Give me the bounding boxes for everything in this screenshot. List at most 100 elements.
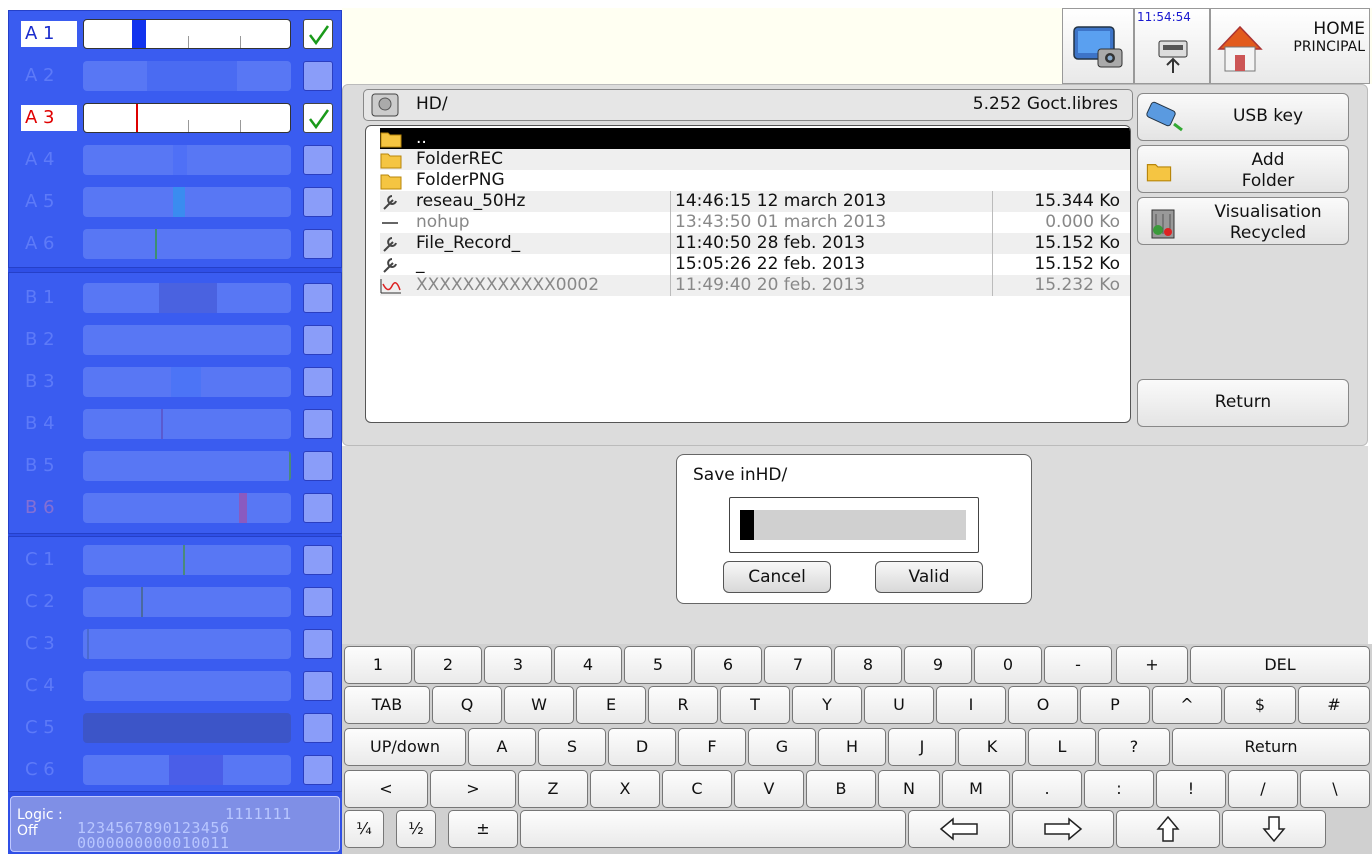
- usb-key-button[interactable]: USB key: [1137, 93, 1349, 141]
- channel-checkbox[interactable]: [303, 755, 333, 785]
- channel-row-c1[interactable]: C 1: [13, 541, 339, 579]
- home-button[interactable]: HOME PRINCIPAL: [1210, 8, 1370, 84]
- channel-checkbox[interactable]: [303, 283, 333, 313]
- channel-row-c2[interactable]: C 2: [13, 583, 339, 621]
- return-button[interactable]: Return: [1137, 379, 1349, 427]
- key-j[interactable]: J: [888, 728, 956, 766]
- key-z[interactable]: Z: [518, 770, 588, 808]
- channel-checkbox[interactable]: [303, 451, 333, 481]
- key-3[interactable]: 3: [484, 646, 552, 684]
- channel-row-a3[interactable]: A 3: [13, 99, 339, 137]
- key-5[interactable]: 5: [624, 646, 692, 684]
- channel-checkbox[interactable]: [303, 409, 333, 439]
- channel-checkbox[interactable]: [303, 713, 333, 743]
- channel-checkbox[interactable]: [303, 367, 333, 397]
- key-return[interactable]: Return: [1172, 728, 1370, 766]
- usb-status-button[interactable]: 11:54:54: [1134, 8, 1210, 84]
- file-row-xxxx[interactable]: XXXXXXXXXXXX0002 11:49:40 20 feb. 2013 1…: [380, 275, 1130, 296]
- key-f[interactable]: F: [678, 728, 746, 766]
- key-i[interactable]: I: [936, 686, 1006, 724]
- key-v[interactable]: V: [734, 770, 804, 808]
- channel-checkbox[interactable]: [303, 325, 333, 355]
- key-exclamation[interactable]: !: [1156, 770, 1226, 808]
- file-row-folderrec[interactable]: FolderREC: [380, 149, 1130, 170]
- key-one-quarter[interactable]: ¼: [344, 810, 384, 848]
- key-right-arrow[interactable]: [1012, 810, 1114, 848]
- channel-checkbox[interactable]: [303, 187, 333, 217]
- channel-row-a4[interactable]: A 4: [13, 141, 339, 179]
- key-left-arrow[interactable]: [908, 810, 1010, 848]
- key-8[interactable]: 8: [834, 646, 902, 684]
- key-up-down[interactable]: UP/down: [344, 728, 466, 766]
- key-4[interactable]: 4: [554, 646, 622, 684]
- key-question[interactable]: ?: [1098, 728, 1170, 766]
- channel-checkbox[interactable]: [303, 103, 333, 133]
- channel-checkbox[interactable]: [303, 629, 333, 659]
- channel-row-c5[interactable]: C 5: [13, 709, 339, 747]
- key-slash[interactable]: /: [1228, 770, 1298, 808]
- channel-checkbox[interactable]: [303, 671, 333, 701]
- channel-row-c3[interactable]: C 3: [13, 625, 339, 663]
- channel-row-a5[interactable]: A 5: [13, 183, 339, 221]
- key-q[interactable]: Q: [432, 686, 502, 724]
- key-tab[interactable]: TAB: [344, 686, 430, 724]
- channel-row-c6[interactable]: C 6: [13, 751, 339, 789]
- channel-checkbox[interactable]: [303, 587, 333, 617]
- channel-checkbox[interactable]: [303, 493, 333, 523]
- file-row-nohup[interactable]: nohup 13:43:50 01 march 2013 0.000 Ko: [380, 212, 1130, 233]
- key-hash[interactable]: #: [1298, 686, 1370, 724]
- key-t[interactable]: T: [720, 686, 790, 724]
- file-row-parent[interactable]: ..: [380, 128, 1130, 149]
- key-greater-than[interactable]: >: [430, 770, 516, 808]
- key-backslash[interactable]: \: [1300, 770, 1370, 808]
- key-a[interactable]: A: [468, 728, 536, 766]
- file-row-file-record[interactable]: File_Record_ 11:40:50 28 feb. 2013 15.15…: [380, 233, 1130, 254]
- channel-checkbox[interactable]: [303, 229, 333, 259]
- key-up-arrow[interactable]: [1116, 810, 1220, 848]
- key-one-half[interactable]: ½: [396, 810, 436, 848]
- key-6[interactable]: 6: [694, 646, 762, 684]
- key-e[interactable]: E: [576, 686, 646, 724]
- key-l[interactable]: L: [1028, 728, 1096, 766]
- logic-status[interactable]: Logic : Off 1111111 1234567890123456 000…: [10, 796, 340, 852]
- valid-button[interactable]: Valid: [875, 561, 983, 593]
- channel-row-a2[interactable]: A 2: [13, 57, 339, 95]
- key-w[interactable]: W: [504, 686, 574, 724]
- filename-input[interactable]: [740, 510, 966, 540]
- channel-row-c4[interactable]: C 4: [13, 667, 339, 705]
- add-folder-button[interactable]: Add Folder: [1137, 145, 1349, 193]
- key-c[interactable]: C: [662, 770, 732, 808]
- key-0[interactable]: 0: [974, 646, 1042, 684]
- channel-row-b3[interactable]: B 3: [13, 363, 339, 401]
- key-y[interactable]: Y: [792, 686, 862, 724]
- channel-checkbox[interactable]: [303, 19, 333, 49]
- channel-row-a6[interactable]: A 6: [13, 225, 339, 263]
- file-list[interactable]: .. FolderREC FolderPNG reseau_50Hz 14:46…: [365, 125, 1131, 423]
- key-space[interactable]: [520, 810, 906, 848]
- key-7[interactable]: 7: [764, 646, 832, 684]
- file-row-underscore[interactable]: _ 15:05:26 22 feb. 2013 15.152 Ko: [380, 254, 1130, 275]
- channel-row-b6[interactable]: B 6: [13, 489, 339, 527]
- key-n[interactable]: N: [878, 770, 940, 808]
- key-minus[interactable]: -: [1044, 646, 1112, 684]
- visualisation-recycled-button[interactable]: Visualisation Recycled: [1137, 197, 1349, 245]
- channel-row-b1[interactable]: B 1: [13, 279, 339, 317]
- key-9[interactable]: 9: [904, 646, 972, 684]
- key-plus-minus[interactable]: ±: [448, 810, 518, 848]
- cancel-button[interactable]: Cancel: [723, 561, 831, 593]
- key-down-arrow[interactable]: [1222, 810, 1326, 848]
- file-row-folderpng[interactable]: FolderPNG: [380, 170, 1130, 191]
- key-1[interactable]: 1: [344, 646, 412, 684]
- channel-row-b2[interactable]: B 2: [13, 321, 339, 359]
- key-2[interactable]: 2: [414, 646, 482, 684]
- key-less-than[interactable]: <: [344, 770, 428, 808]
- channel-row-b4[interactable]: B 4: [13, 405, 339, 443]
- key-b[interactable]: B: [806, 770, 876, 808]
- key-x[interactable]: X: [590, 770, 660, 808]
- channel-checkbox[interactable]: [303, 545, 333, 575]
- key-period[interactable]: .: [1012, 770, 1082, 808]
- key-caret[interactable]: ^: [1152, 686, 1222, 724]
- key-dollar[interactable]: $: [1224, 686, 1296, 724]
- key-del[interactable]: DEL: [1190, 646, 1370, 684]
- key-plus[interactable]: +: [1116, 646, 1188, 684]
